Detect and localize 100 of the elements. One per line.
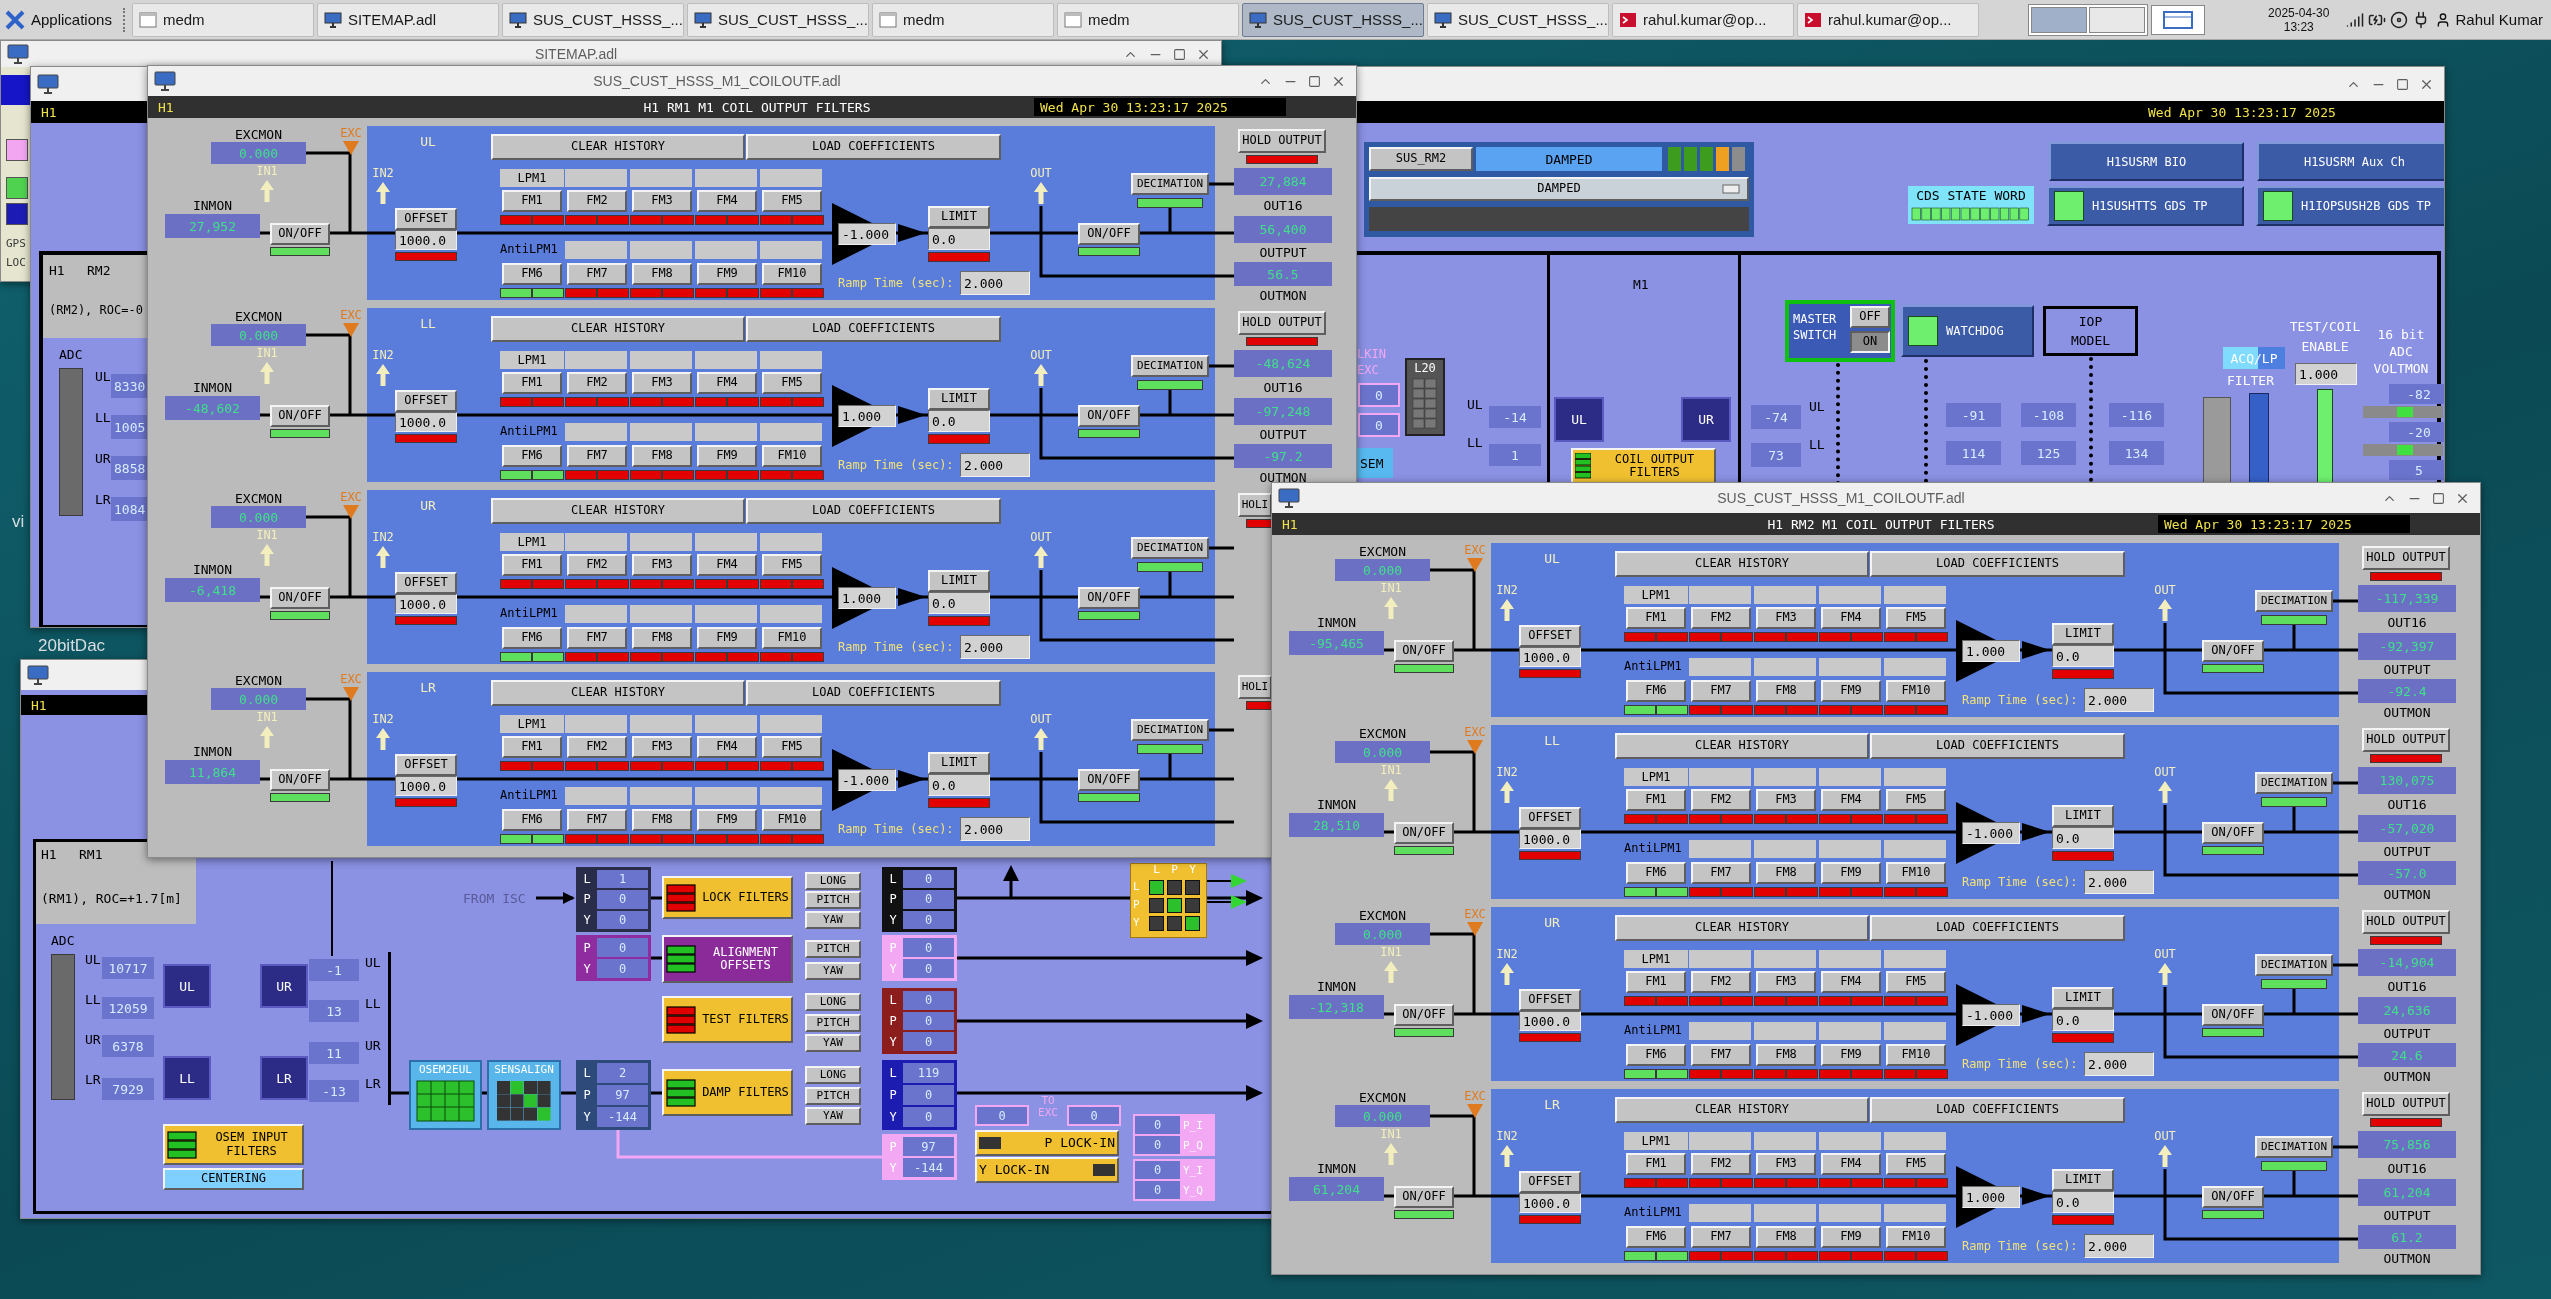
ramp-time-field[interactable]: 2.000 bbox=[960, 817, 1030, 841]
gain-field[interactable]: -1.000 bbox=[1962, 1004, 2020, 1026]
output-switch-button[interactable]: ON/OFF bbox=[1078, 405, 1140, 427]
lock-in-button[interactable]: P LOCK-IN bbox=[975, 1130, 1119, 1156]
clear-history-button[interactable]: CLEAR HISTORY bbox=[1615, 733, 1869, 759]
filter-module-button[interactable]: FM9 bbox=[1821, 680, 1881, 702]
filter-module-button[interactable]: FM8 bbox=[1756, 1044, 1816, 1066]
taskbar-button[interactable]: SITEMAP.adl bbox=[316, 2, 499, 37]
filter-module-button[interactable]: FM3 bbox=[632, 372, 692, 394]
decimation-button[interactable]: DECIMATION bbox=[2255, 1136, 2333, 1158]
filter-module-button[interactable]: FM1 bbox=[1626, 971, 1686, 993]
disc-icon[interactable] bbox=[2390, 10, 2409, 29]
offset-button[interactable]: OFFSET bbox=[395, 208, 457, 230]
ramp-time-field[interactable]: 2.000 bbox=[2084, 688, 2154, 712]
off-button[interactable]: OFF bbox=[1850, 306, 1890, 328]
load-coefficients-button[interactable]: LOAD COEFFICIENTS bbox=[746, 134, 1001, 160]
filter-module-button[interactable]: FM7 bbox=[1691, 680, 1751, 702]
hold-output-button[interactable]: HOLD OUTPUT bbox=[2362, 728, 2450, 752]
filter-module-button[interactable]: FM7 bbox=[1691, 862, 1751, 884]
limit-button[interactable]: LIMIT bbox=[2052, 623, 2114, 645]
decimation-button[interactable]: DECIMATION bbox=[2255, 772, 2333, 794]
filter-module-button[interactable]: FM6 bbox=[1626, 1226, 1686, 1248]
centering-button[interactable]: CENTERING bbox=[163, 1168, 304, 1190]
on-button[interactable]: ON bbox=[1850, 331, 1890, 353]
taskbar-button[interactable]: medm bbox=[871, 2, 1054, 37]
filter-module-button[interactable]: FM5 bbox=[1886, 789, 1946, 811]
ramp-time-field[interactable]: 2.000 bbox=[2084, 1234, 2154, 1258]
filter-module-button[interactable]: FM4 bbox=[1821, 789, 1881, 811]
ramp-time-field[interactable]: 2.000 bbox=[960, 453, 1030, 477]
guardian-request-dropdown[interactable]: DAMPED bbox=[1369, 177, 1749, 201]
dof-button[interactable]: PITCH bbox=[805, 940, 861, 958]
filter-module-button[interactable]: FM9 bbox=[697, 627, 757, 649]
output-switch-button[interactable]: ON/OFF bbox=[2202, 640, 2264, 662]
ramp-time-field[interactable]: 2.000 bbox=[960, 635, 1030, 659]
offset-field[interactable]: 1000.0 bbox=[1519, 647, 1581, 667]
filter-module-button[interactable]: FM4 bbox=[697, 190, 757, 212]
taskbar-button[interactable]: SUS_CUST_HSSS_... bbox=[1426, 2, 1609, 37]
offset-field[interactable]: 1000.0 bbox=[395, 776, 457, 796]
link-button[interactable]: H1SUSRM Aux Ch bbox=[2257, 142, 2444, 181]
filter-module-button[interactable]: FM4 bbox=[1821, 607, 1881, 629]
coil-output-filters-button[interactable]: COIL OUTPUT FILTERS bbox=[1571, 448, 1716, 484]
filter-module-button[interactable]: FM9 bbox=[1821, 1226, 1881, 1248]
decimation-button[interactable]: DECIMATION bbox=[2255, 590, 2333, 612]
filter-module-button[interactable]: FM3 bbox=[632, 736, 692, 758]
limit-field[interactable]: 0.0 bbox=[2052, 1009, 2114, 1031]
limit-field[interactable]: 0.0 bbox=[2052, 1191, 2114, 1213]
filter-module-button[interactable]: FM2 bbox=[1691, 1153, 1751, 1175]
input-switch-button[interactable]: ON/OFF bbox=[270, 587, 330, 609]
input-switch-button[interactable]: ON/OFF bbox=[270, 405, 330, 427]
filter-module-button[interactable]: FM2 bbox=[1691, 789, 1751, 811]
user-menu[interactable]: Rahul Kumar bbox=[2433, 11, 2545, 28]
input-switch-button[interactable]: ON/OFF bbox=[1394, 640, 1454, 662]
offset-field[interactable]: 1000.0 bbox=[1519, 829, 1581, 849]
maximize-icon[interactable] bbox=[1173, 47, 1186, 61]
filter-module-button[interactable]: FM10 bbox=[1886, 862, 1946, 884]
input-switch-button[interactable]: ON/OFF bbox=[270, 223, 330, 245]
hold-output-button[interactable]: HOLI bbox=[1238, 493, 1272, 517]
load-coefficients-button[interactable]: LOAD COEFFICIENTS bbox=[1870, 733, 2125, 759]
clear-history-button[interactable]: CLEAR HISTORY bbox=[1615, 551, 1869, 577]
limit-field[interactable]: 0.0 bbox=[2052, 827, 2114, 849]
filter-module-button[interactable]: FM10 bbox=[1886, 1044, 1946, 1066]
filter-module-button[interactable]: FM4 bbox=[697, 736, 757, 758]
lock-in-button[interactable]: Y LOCK-IN bbox=[975, 1157, 1119, 1183]
filter-bank-button[interactable]: LOCK FILTERS bbox=[662, 876, 793, 919]
filter-module-button[interactable]: FM9 bbox=[697, 445, 757, 467]
filter-module-button[interactable]: FM8 bbox=[1756, 680, 1816, 702]
filter-module-button[interactable]: FM10 bbox=[762, 263, 822, 285]
limit-button[interactable]: LIMIT bbox=[928, 206, 990, 228]
output-switch-button[interactable]: ON/OFF bbox=[2202, 822, 2264, 844]
hold-output-button[interactable]: HOLD OUTPUT bbox=[2362, 910, 2450, 934]
applications-menu[interactable]: Applications bbox=[0, 1, 116, 38]
filter-module-button[interactable]: FM5 bbox=[1886, 607, 1946, 629]
clear-history-button[interactable]: CLEAR HISTORY bbox=[491, 316, 745, 342]
offset-button[interactable]: OFFSET bbox=[1519, 989, 1581, 1011]
load-coefficients-button[interactable]: LOAD COEFFICIENTS bbox=[1870, 915, 2125, 941]
osem-button[interactable]: LR bbox=[260, 1056, 308, 1100]
signal-bars-icon[interactable] bbox=[2346, 10, 2365, 29]
offset-button[interactable]: OFFSET bbox=[395, 390, 457, 412]
input-switch-button[interactable]: ON/OFF bbox=[1394, 822, 1454, 844]
link-button[interactable]: H1SUSHTTS GDS TP bbox=[2047, 186, 2244, 226]
filter-module-button[interactable]: FM3 bbox=[632, 190, 692, 212]
filter-module-button[interactable]: FM8 bbox=[632, 445, 692, 467]
offset-button[interactable]: OFFSET bbox=[1519, 807, 1581, 829]
gain-field[interactable]: -1.000 bbox=[838, 769, 896, 791]
limit-field[interactable]: 0.0 bbox=[928, 774, 990, 796]
osem-button[interactable]: UL bbox=[1554, 397, 1604, 442]
output-switch-button[interactable]: ON/OFF bbox=[1078, 769, 1140, 791]
filter-module-button[interactable]: FM9 bbox=[697, 809, 757, 831]
offset-button[interactable]: OFFSET bbox=[1519, 625, 1581, 647]
clear-history-button[interactable]: CLEAR HISTORY bbox=[491, 134, 745, 160]
filter-module-button[interactable]: FM3 bbox=[1756, 971, 1816, 993]
filter-module-button[interactable]: FM4 bbox=[1821, 1153, 1881, 1175]
filter-module-button[interactable]: FM4 bbox=[697, 372, 757, 394]
filter-module-button[interactable]: FM3 bbox=[632, 554, 692, 576]
filter-module-button[interactable]: FM10 bbox=[762, 627, 822, 649]
filter-bank-button[interactable]: ALIGNMENT OFFSETS bbox=[662, 935, 793, 983]
filter-module-button[interactable]: FM6 bbox=[502, 445, 562, 467]
gain-field[interactable]: -1.000 bbox=[838, 223, 896, 245]
filter-module-button[interactable]: FM4 bbox=[697, 554, 757, 576]
dof-button[interactable]: PITCH bbox=[805, 891, 861, 909]
